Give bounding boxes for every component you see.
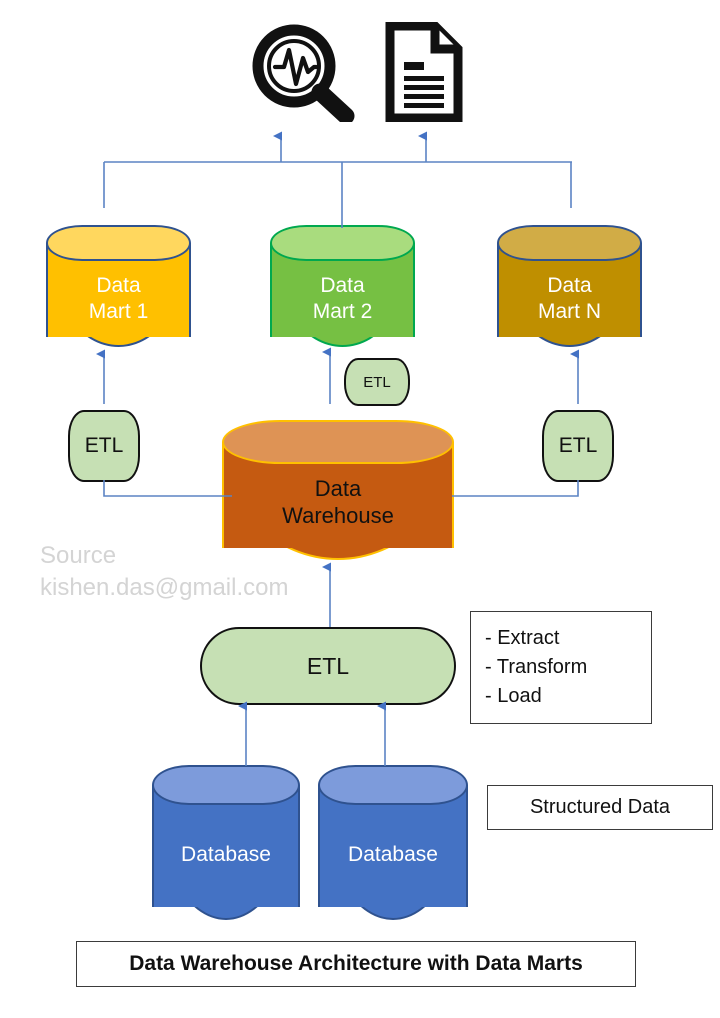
structured-data-box: Structured Data <box>487 785 713 830</box>
etl-mart-n[interactable]: ETL <box>542 410 614 482</box>
cylinder-top <box>46 225 191 261</box>
etl-mart-1[interactable]: ETL <box>68 410 140 482</box>
data-mart-n[interactable]: Data Mart N <box>497 225 642 347</box>
cylinder-top <box>497 225 642 261</box>
etl-mart-2-label: ETL <box>363 373 391 391</box>
cylinder-top <box>222 420 454 464</box>
document-report-icon <box>385 21 463 123</box>
magnifier-analytics-icon <box>246 22 362 125</box>
data-mart-2[interactable]: Data Mart 2 <box>270 225 415 347</box>
cylinder-top <box>318 765 468 805</box>
page-title: Data Warehouse Architecture with Data Ma… <box>129 952 583 975</box>
etl-mart-1-label: ETL <box>84 434 124 457</box>
diagram-canvas: Data Mart 1 Data Mart 2 Data Mart N ETL … <box>0 0 720 1018</box>
structured-data-label: Structured Data <box>529 796 671 818</box>
database-2[interactable]: Database <box>318 765 468 920</box>
diagram-title-box: Data Warehouse Architecture with Data Ma… <box>76 941 636 987</box>
data-mart-1[interactable]: Data Mart 1 <box>46 225 191 347</box>
database-1[interactable]: Database <box>152 765 300 920</box>
etl-legend-box: - Extract - Transform - Load <box>470 611 652 724</box>
etl-mart-n-label: ETL <box>558 434 598 457</box>
etl-main[interactable]: ETL <box>200 627 456 705</box>
cylinder-top <box>152 765 300 805</box>
etl-mart-2[interactable]: ETL <box>344 358 410 406</box>
cylinder-top <box>270 225 415 261</box>
data-warehouse[interactable]: Data Warehouse <box>222 420 454 560</box>
etl-main-label: ETL <box>306 652 350 679</box>
etl-legend-text: - Extract - Transform - Load <box>485 627 588 707</box>
